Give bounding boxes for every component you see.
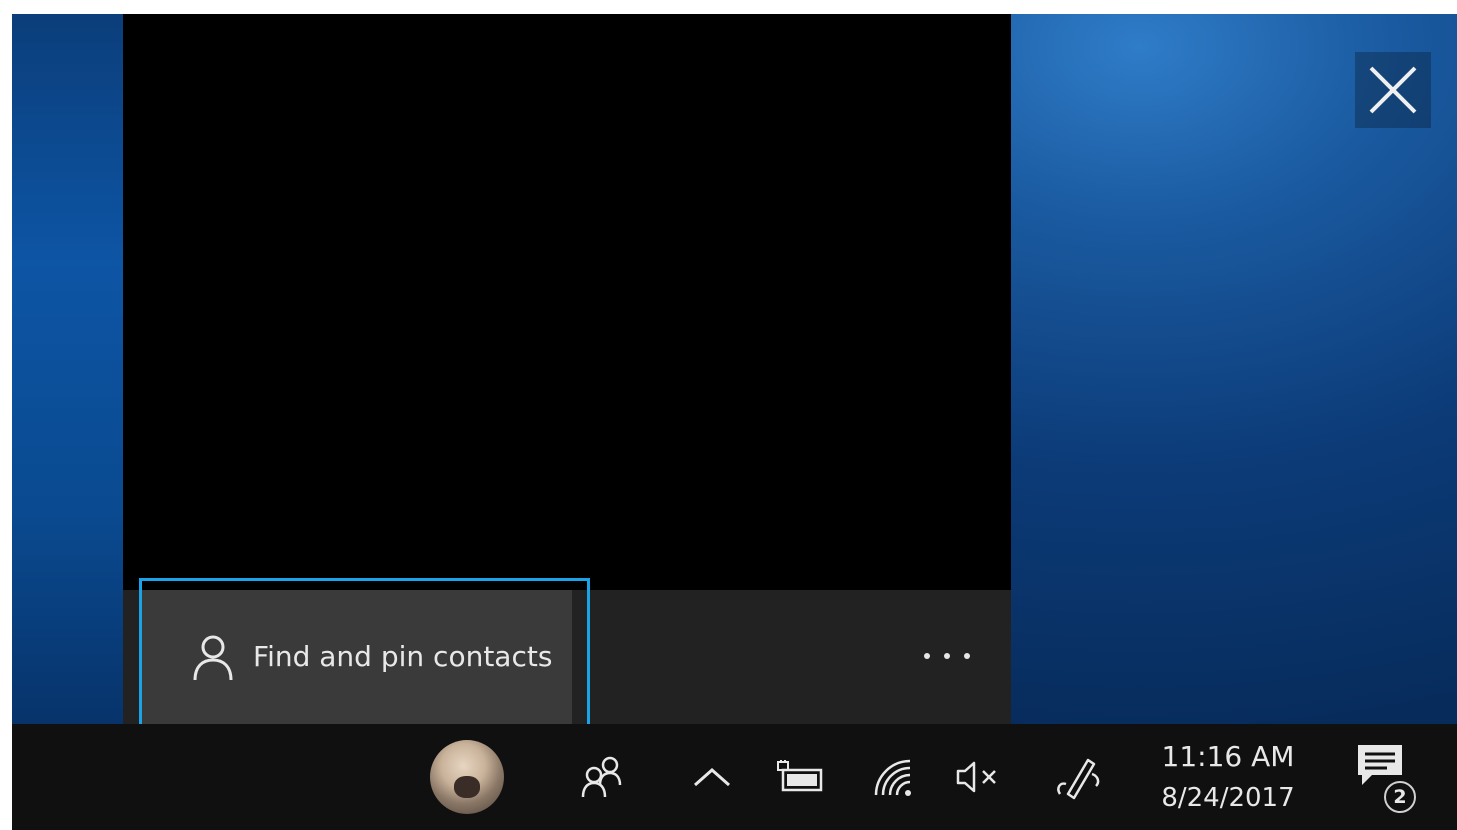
desktop-wallpaper-strip [12, 14, 123, 724]
pinned-contact-button[interactable] [424, 724, 510, 830]
person-icon [191, 634, 235, 682]
desktop: Find and pin contacts 11:16 AM 8/24/2017… [12, 14, 1457, 830]
action-center-icon-wrap: 2 [1354, 741, 1426, 813]
action-center-button[interactable]: 2 [1340, 724, 1440, 830]
network-button[interactable] [868, 724, 918, 830]
more-dot [924, 653, 930, 659]
windows-ink-button[interactable] [1050, 724, 1106, 830]
more-options-button[interactable] [903, 636, 991, 676]
find-and-pin-contacts-label: Find and pin contacts [253, 640, 553, 673]
more-dot [964, 653, 970, 659]
volume-muted-icon [955, 759, 1001, 795]
close-icon [1367, 64, 1419, 116]
volume-button[interactable] [950, 724, 1006, 830]
people-flyout-bottom-bar: Find and pin contacts [123, 590, 1011, 724]
show-hidden-icons-button[interactable] [687, 724, 737, 830]
wifi-icon [872, 757, 914, 797]
battery-button[interactable] [774, 724, 828, 830]
action-center-icon [1354, 741, 1426, 789]
chevron-up-icon [692, 766, 732, 788]
clock-date: 8/24/2017 [1161, 783, 1295, 813]
people-flyout: Find and pin contacts [123, 14, 1011, 724]
people-icon [580, 755, 624, 799]
more-dot [944, 653, 950, 659]
battery-icon [777, 760, 825, 794]
avatar [430, 740, 504, 814]
close-button[interactable] [1355, 52, 1431, 128]
clock-button[interactable]: 11:16 AM 8/24/2017 [1140, 724, 1316, 830]
find-and-pin-contacts-button[interactable]: Find and pin contacts [139, 590, 572, 724]
taskbar: 11:16 AM 8/24/2017 2 [12, 724, 1457, 830]
notification-count-badge: 2 [1384, 781, 1416, 813]
windows-ink-icon [1054, 754, 1102, 800]
people-button[interactable] [572, 724, 632, 830]
clock-time: 11:16 AM [1161, 740, 1295, 773]
